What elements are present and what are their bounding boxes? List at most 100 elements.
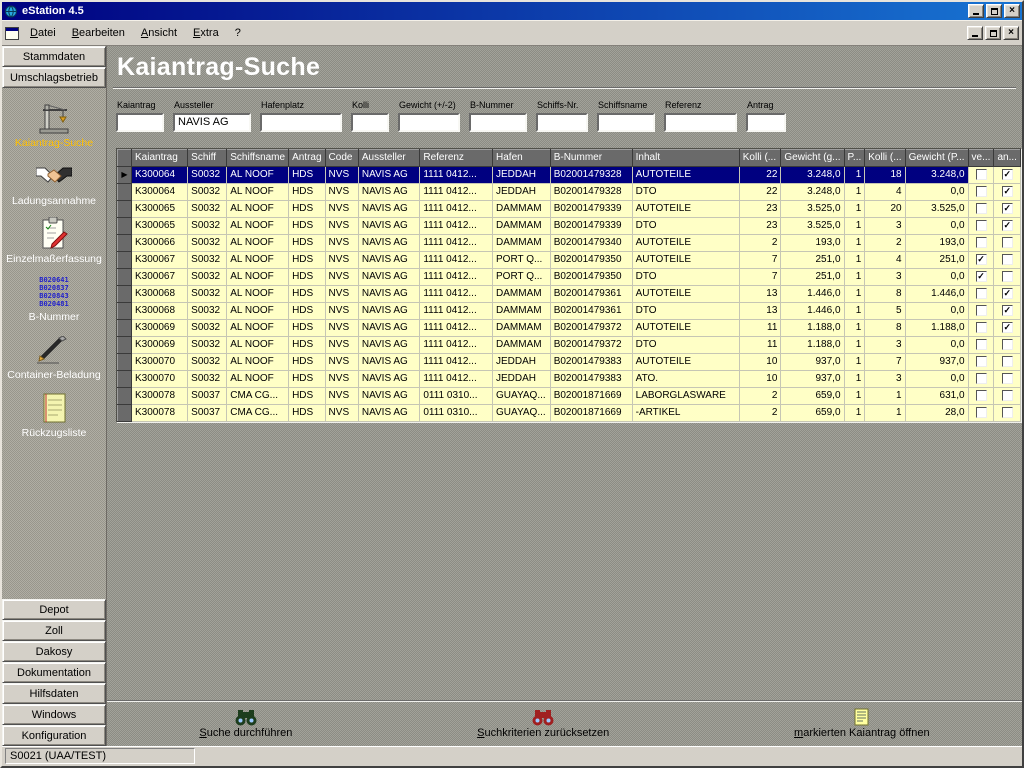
schiffsname-input[interactable] — [597, 113, 655, 132]
ve-checkbox[interactable]: ✓ — [976, 254, 987, 265]
ve-checkbox[interactable] — [976, 220, 987, 231]
gewicht-2-input[interactable] — [398, 113, 460, 132]
grid-row[interactable]: K300066S0032AL NOOFHDSNVSNAVIS AG1111 04… — [118, 234, 1021, 251]
ve-checkbox[interactable] — [976, 203, 987, 214]
schiffs-nr-input[interactable] — [536, 113, 588, 132]
ve-checkbox[interactable] — [976, 356, 987, 367]
grid-row[interactable]: K300064S0032AL NOOFHDSNVSNAVIS AG1111 04… — [118, 183, 1021, 200]
ve-checkbox[interactable] — [976, 390, 987, 401]
an-checkbox[interactable] — [1002, 373, 1013, 384]
ve-checkbox[interactable] — [976, 186, 987, 197]
menu-item-extra[interactable]: Extra — [185, 23, 227, 43]
grid-row[interactable]: K300065S0032AL NOOFHDSNVSNAVIS AG1111 04… — [118, 217, 1021, 234]
sidebar-button-zoll[interactable]: Zoll — [2, 620, 106, 641]
an-checkbox[interactable] — [1002, 237, 1013, 248]
column-header-p[interactable]: P... — [844, 149, 865, 166]
an-checkbox[interactable] — [1002, 356, 1013, 367]
sidebar-item-ladungsannahme[interactable]: Ladungsannahme — [2, 158, 106, 207]
an-checkbox[interactable]: ✓ — [1002, 322, 1013, 333]
an-checkbox[interactable] — [1002, 390, 1013, 401]
open-button[interactable]: markierten Kaiantrag öffnen — [794, 708, 930, 739]
column-header-referenz[interactable]: Referenz — [420, 149, 493, 166]
sidebar-button-umschlagsbetrieb[interactable]: Umschlagsbetrieb — [2, 67, 106, 88]
column-header-hafen[interactable]: Hafen — [493, 149, 551, 166]
ve-checkbox[interactable] — [976, 288, 987, 299]
grid-row[interactable]: K300069S0032AL NOOFHDSNVSNAVIS AG1111 04… — [118, 319, 1021, 336]
column-header-aussteller[interactable]: Aussteller — [358, 149, 420, 166]
child-restore-button[interactable] — [985, 26, 1001, 40]
column-header-ve[interactable]: ve... — [968, 149, 994, 166]
referenz-input[interactable] — [664, 113, 737, 132]
an-checkbox[interactable]: ✓ — [1002, 169, 1013, 180]
maximize-button[interactable] — [986, 4, 1002, 18]
grid-row[interactable]: K300068S0032AL NOOFHDSNVSNAVIS AG1111 04… — [118, 285, 1021, 302]
an-checkbox[interactable] — [1002, 407, 1013, 418]
antrag-input[interactable] — [746, 113, 786, 132]
menu-item-ansicht[interactable]: Ansicht — [133, 23, 185, 43]
ve-checkbox[interactable] — [976, 322, 987, 333]
ve-checkbox[interactable] — [976, 407, 987, 418]
ve-checkbox[interactable]: ✓ — [976, 271, 987, 282]
grid-row[interactable]: K300078S0037CMA CG...HDSNVSNAVIS AG0111 … — [118, 404, 1021, 421]
minimize-button[interactable] — [968, 4, 984, 18]
column-header-gewicht-g[interactable]: Gewicht (g... — [781, 149, 844, 166]
hafenplatz-input[interactable] — [260, 113, 342, 132]
an-checkbox[interactable]: ✓ — [1002, 203, 1013, 214]
ve-checkbox[interactable] — [976, 339, 987, 350]
child-close-button[interactable]: × — [1003, 26, 1019, 40]
an-checkbox[interactable] — [1002, 271, 1013, 282]
ve-checkbox[interactable] — [976, 373, 987, 384]
sidebar-button-konfiguration[interactable]: Konfiguration — [2, 725, 106, 746]
sidebar-item-r-ckzugsliste[interactable]: Rückzugsliste — [2, 390, 106, 439]
ve-checkbox[interactable] — [976, 237, 987, 248]
grid-row[interactable]: K300069S0032AL NOOFHDSNVSNAVIS AG1111 04… — [118, 336, 1021, 353]
column-header-kolli[interactable]: Kolli (... — [865, 149, 905, 166]
menu-item-bearbeiten[interactable]: Bearbeiten — [64, 23, 133, 43]
an-checkbox[interactable]: ✓ — [1002, 305, 1013, 316]
b-nummer-input[interactable] — [469, 113, 527, 132]
an-checkbox[interactable]: ✓ — [1002, 186, 1013, 197]
sidebar-item-b-nummer[interactable]: B020641B020837B020843B020481B-Nummer — [2, 274, 106, 323]
an-checkbox[interactable]: ✓ — [1002, 288, 1013, 299]
kolli-input[interactable] — [351, 113, 389, 132]
grid-row[interactable]: K300068S0032AL NOOFHDSNVSNAVIS AG1111 04… — [118, 302, 1021, 319]
column-header-antrag[interactable]: Antrag — [289, 149, 325, 166]
column-header-code[interactable]: Code — [325, 149, 358, 166]
kaiantrag-input[interactable] — [116, 113, 164, 132]
menu-item-item[interactable]: ? — [227, 23, 249, 43]
grid-row[interactable]: K300070S0032AL NOOFHDSNVSNAVIS AG1111 04… — [118, 370, 1021, 387]
column-header-schiff[interactable]: Schiff — [188, 149, 227, 166]
ve-checkbox[interactable] — [976, 169, 987, 180]
grid-row[interactable]: K300067S0032AL NOOFHDSNVSNAVIS AG1111 04… — [118, 268, 1021, 285]
column-header-inhalt[interactable]: Inhalt — [632, 149, 739, 166]
grid-row[interactable]: K300065S0032AL NOOFHDSNVSNAVIS AG1111 04… — [118, 200, 1021, 217]
sidebar-item-container-beladung[interactable]: Container-Beladung — [2, 332, 106, 381]
column-header-kaiantrag[interactable]: Kaiantrag — [132, 149, 188, 166]
ve-checkbox[interactable] — [976, 305, 987, 316]
an-checkbox[interactable] — [1002, 254, 1013, 265]
column-header-an[interactable]: an... — [994, 149, 1021, 166]
grid-row[interactable]: ▶K300064S0032AL NOOFHDSNVSNAVIS AG1111 0… — [118, 166, 1021, 183]
an-checkbox[interactable]: ✓ — [1002, 220, 1013, 231]
search-button[interactable]: Suche durchführen — [199, 708, 292, 739]
reset-button[interactable]: Suchkriterien zurücksetzen — [477, 708, 609, 739]
column-header-schiffsname[interactable]: Schiffsname — [227, 149, 289, 166]
menu-item-datei[interactable]: Datei — [22, 23, 64, 43]
column-header-b-nummer[interactable]: B-Nummer — [550, 149, 632, 166]
sidebar-item-einzelma-erfassung[interactable]: Einzelmaßerfassung — [2, 216, 106, 265]
an-checkbox[interactable] — [1002, 339, 1013, 350]
aussteller-input[interactable] — [173, 113, 251, 132]
sidebar-button-depot[interactable]: Depot — [2, 599, 106, 620]
grid-row[interactable]: K300067S0032AL NOOFHDSNVSNAVIS AG1111 04… — [118, 251, 1021, 268]
sidebar-button-stammdaten[interactable]: Stammdaten — [2, 46, 106, 67]
sidebar-item-kaiantrag-suche[interactable]: Kaiantrag-Suche — [2, 100, 106, 149]
sidebar-button-windows[interactable]: Windows — [2, 704, 106, 725]
close-button[interactable]: × — [1004, 4, 1020, 18]
column-header-gewicht-p[interactable]: Gewicht (P... — [905, 149, 968, 166]
sidebar-button-dakosy[interactable]: Dakosy — [2, 641, 106, 662]
sidebar-button-dokumentation[interactable]: Dokumentation — [2, 662, 106, 683]
grid-row[interactable]: K300078S0037CMA CG...HDSNVSNAVIS AG0111 … — [118, 387, 1021, 404]
child-minimize-button[interactable] — [967, 26, 983, 40]
sidebar-button-hilfsdaten[interactable]: Hilfsdaten — [2, 683, 106, 704]
column-header-kolli[interactable]: Kolli (... — [739, 149, 781, 166]
